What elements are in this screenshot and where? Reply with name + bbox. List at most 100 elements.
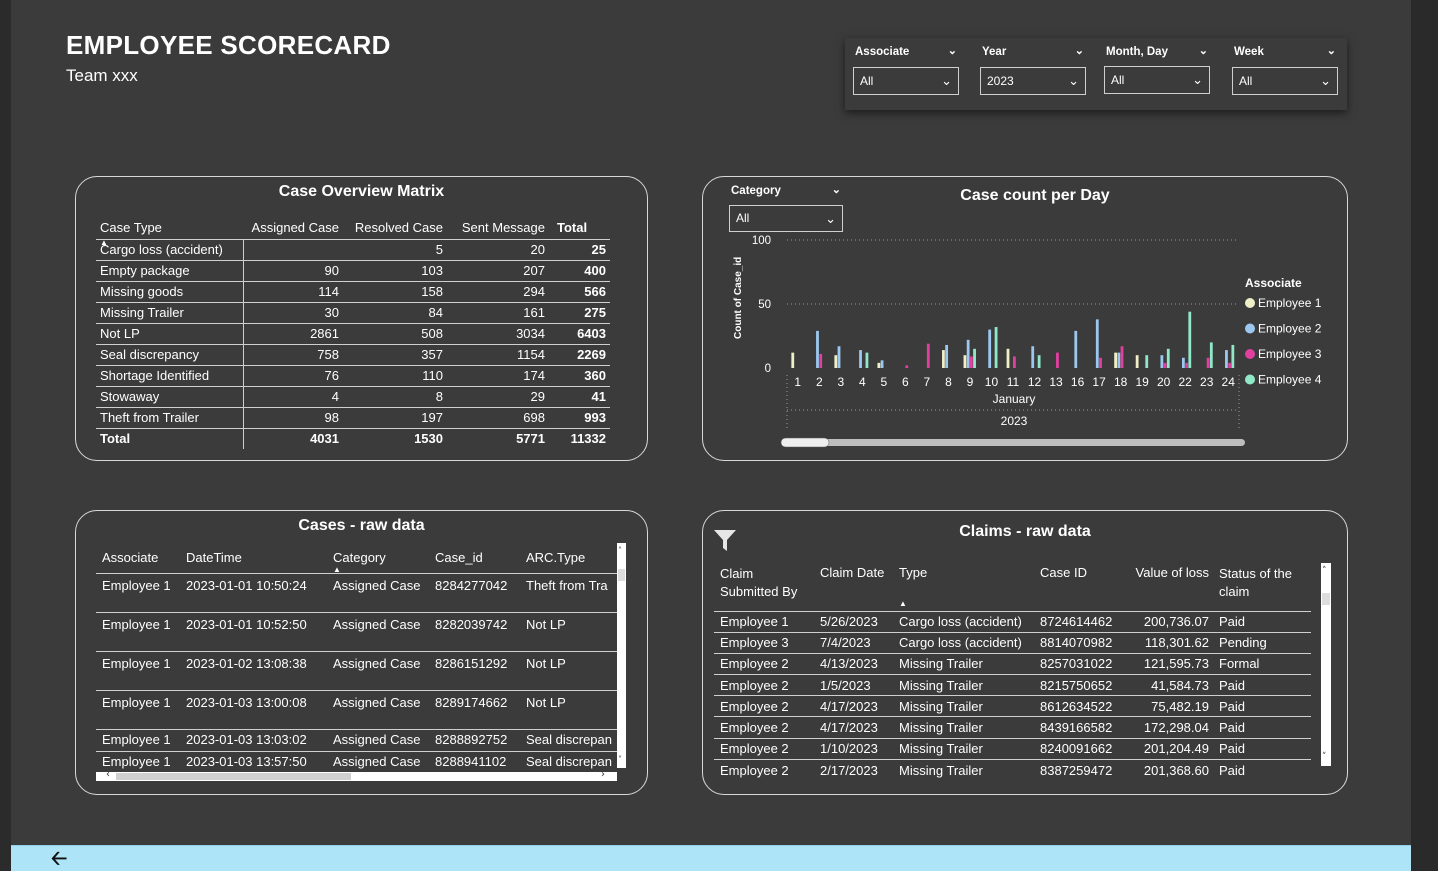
column-header-resolved[interactable]: Resolved Case (343, 209, 447, 239)
slicer-week-header[interactable]: Week ⌄ (1232, 44, 1338, 60)
column-header-value-of-loss[interactable]: Value of loss (1127, 563, 1215, 611)
bar[interactable] (1185, 362, 1188, 368)
table-row[interactable]: Employee 2 1/5/2023 Missing Trailer 8215750… (714, 674, 1311, 696)
cases-horizontal-scrollbar[interactable]: ‹ › (96, 769, 617, 781)
matrix-row[interactable]: Shortage Identified 76 110 174 360 (96, 364, 610, 386)
table-row[interactable]: Employee 3 7/4/2023 Cargo loss (accident) 8… (714, 631, 1311, 654)
scroll-left-icon[interactable]: ‹ (106, 769, 110, 780)
matrix-row[interactable]: Empty package 90 103 207 400 (96, 259, 610, 281)
bar[interactable] (834, 355, 838, 368)
table-row[interactable]: Employee 1 2023-01-03 13:57:50 Assigned Ca… (96, 750, 617, 771)
bar[interactable] (905, 365, 909, 368)
bar[interactable] (988, 329, 992, 368)
table-row[interactable]: Employee 1 2023-01-01 10:50:24 Assigned Ca… (96, 572, 617, 612)
bar[interactable] (1117, 352, 1121, 368)
bar[interactable] (1181, 357, 1185, 368)
column-header-case-id[interactable]: Case_id (431, 543, 522, 573)
table-row[interactable]: Employee 1 2023-01-03 13:03:02 Assigned Ca… (96, 728, 617, 751)
bar[interactable] (994, 327, 998, 368)
scroll-down-icon[interactable]: ˅ (1322, 753, 1327, 762)
slicer-week-dropdown[interactable]: All ⌄ (1232, 67, 1338, 95)
chevron-down-icon[interactable]: ⌄ (1199, 43, 1208, 59)
bar[interactable] (816, 330, 819, 368)
bar[interactable] (969, 356, 973, 368)
column-header-sent[interactable]: Sent Message (447, 209, 549, 239)
matrix-row[interactable]: Cargo loss (accident) 5 20 25 (96, 238, 610, 260)
bar[interactable] (1056, 352, 1059, 368)
column-header-claim-date[interactable]: Claim Date (815, 563, 894, 611)
scroll-right-icon[interactable]: › (601, 769, 605, 780)
bar[interactable] (1037, 355, 1041, 368)
bar[interactable] (859, 350, 862, 368)
scrollbar-thumb[interactable] (1322, 593, 1330, 605)
column-header-associate[interactable]: Associate (96, 543, 180, 573)
column-header-submitted-by[interactable]: Claim Submitted By (714, 563, 815, 611)
scrollbar-thumb[interactable] (618, 569, 625, 581)
table-row[interactable]: Employee 2 2/17/2023 Missing Trailer 838725… (714, 758, 1311, 781)
slicer-year-header[interactable]: Year ⌄ (980, 44, 1086, 60)
table-row[interactable]: Employee 1 2023-01-03 13:00:08 Assigned Ca… (96, 689, 617, 729)
bar[interactable] (819, 353, 823, 368)
matrix-row[interactable]: Stowaway 4 8 29 41 (96, 385, 610, 407)
column-header-case-type[interactable]: Case Type ▲ (96, 209, 243, 248)
slicer-associate-dropdown[interactable]: All ⌄ (853, 67, 959, 95)
table-row[interactable]: Employee 1 2023-01-01 10:52:50 Assigned Ca… (96, 611, 617, 651)
bar[interactable] (973, 348, 976, 368)
bar[interactable] (942, 350, 945, 368)
bar[interactable] (966, 339, 970, 368)
bar[interactable] (880, 360, 884, 368)
column-header-assigned[interactable]: Assigned Case (243, 209, 343, 239)
bar[interactable] (1135, 355, 1139, 368)
bar[interactable] (945, 344, 949, 368)
scroll-down-icon[interactable]: ˅ (618, 756, 622, 764)
bar[interactable] (963, 355, 967, 368)
bar[interactable] (926, 343, 930, 368)
bar[interactable] (1163, 362, 1167, 368)
bar[interactable] (1206, 357, 1210, 368)
scroll-up-icon[interactable]: ˄ (618, 547, 622, 555)
matrix-row[interactable]: Theft from Trailer 98 197 698 993 (96, 406, 610, 428)
legend-item-label[interactable]: Employee 2 (1258, 322, 1322, 336)
chevron-down-icon[interactable]: ⌄ (1075, 43, 1084, 59)
table-row[interactable]: Employee 2 4/17/2023 Missing Trailer 861263… (714, 695, 1311, 717)
column-header-total[interactable]: Total (549, 209, 610, 239)
bar[interactable] (1013, 356, 1016, 368)
matrix-row[interactable]: Not LP 2861 508 3034 6403 (96, 322, 610, 344)
column-header-status[interactable]: Status of the claim (1215, 563, 1311, 611)
slicer-associate-header[interactable]: Associate ⌄ (853, 44, 959, 60)
legend-item-label[interactable]: Employee 4 (1258, 373, 1322, 387)
bar[interactable] (1209, 342, 1213, 368)
scrollbar-thumb[interactable] (116, 773, 351, 780)
chevron-down-icon[interactable]: ⌄ (948, 43, 957, 59)
table-row[interactable]: Employee 1 5/26/2023 Cargo loss (accident)… (714, 610, 1311, 633)
column-header-datetime[interactable]: DateTime (180, 543, 329, 573)
table-row[interactable]: Employee 1 2023-01-02 13:08:38 Assigned Ca… (96, 650, 617, 690)
slicer-month-day-header[interactable]: Month, Day ⌄ (1104, 44, 1210, 60)
column-header-type[interactable]: Type ▲ (894, 563, 1035, 611)
bar[interactable] (1114, 352, 1118, 368)
slicer-year-dropdown[interactable]: 2023 ⌄ (980, 67, 1086, 95)
back-arrow-icon[interactable]: 🡠 (51, 847, 67, 869)
bar[interactable] (1231, 344, 1235, 368)
bar[interactable] (1228, 362, 1232, 368)
cases-vertical-scrollbar[interactable]: ˄ ˅ (617, 543, 626, 768)
bar[interactable] (1225, 350, 1228, 368)
bar[interactable] (1074, 330, 1078, 368)
scroll-up-icon[interactable]: ˄ (1322, 567, 1327, 576)
table-row[interactable]: Employee 2 4/13/2023 Missing Trailer 825703… (714, 652, 1311, 675)
table-row[interactable]: Employee 2 4/17/2023 Missing Trailer 843916… (714, 716, 1311, 739)
matrix-row[interactable]: Seal discrepancy 758 357 1154 2269 (96, 343, 610, 365)
slicer-month-day-dropdown[interactable]: All ⌄ (1104, 66, 1210, 94)
column-header-case-id[interactable]: Case ID (1035, 563, 1127, 611)
table-row[interactable]: Employee 2 1/10/2023 Missing Trailer 824009… (714, 737, 1311, 760)
column-header-category[interactable]: Category ▲ (329, 543, 431, 574)
bar[interactable] (1166, 348, 1170, 368)
chart-scrollbar-thumb[interactable] (780, 437, 830, 448)
legend-item-label[interactable]: Employee 1 (1258, 296, 1322, 310)
bar[interactable] (1160, 355, 1164, 368)
matrix-row[interactable]: Missing Trailer 30 84 161 275 (96, 301, 610, 323)
bar[interactable] (1099, 357, 1102, 368)
matrix-row[interactable]: Missing goods 114 158 294 566 (96, 280, 610, 302)
bar[interactable] (1095, 319, 1099, 368)
bar[interactable] (1188, 311, 1192, 368)
